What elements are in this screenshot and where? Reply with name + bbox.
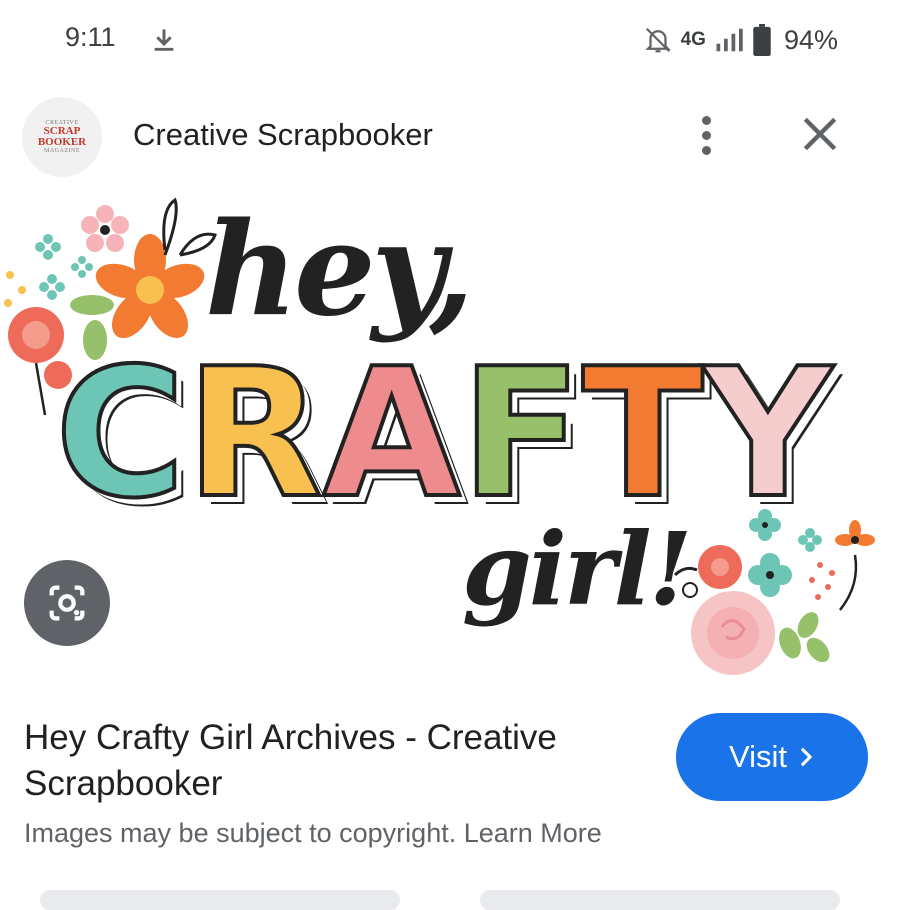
notifications-off-icon bbox=[644, 27, 671, 53]
visit-label: Visit bbox=[728, 739, 787, 774]
related-result-card-edge[interactable] bbox=[480, 890, 840, 910]
more-vert-icon-dot bbox=[701, 145, 711, 155]
copyright-text: Images may be subject to copyright. bbox=[24, 818, 457, 848]
related-result-card-edge[interactable] bbox=[40, 890, 400, 910]
status-time: 9:11 bbox=[65, 22, 116, 52]
image-letter-y: Y bbox=[702, 330, 835, 537]
google-lens-button[interactable] bbox=[24, 560, 110, 646]
logo-line2: BOOKER bbox=[37, 136, 87, 148]
image-letter-c: C bbox=[53, 330, 188, 537]
site-name[interactable]: Creative Scrapbooker bbox=[133, 117, 433, 153]
google-lens-icon bbox=[49, 585, 85, 621]
image-word-hey: hey, bbox=[205, 195, 474, 345]
network-type: 4G bbox=[680, 29, 706, 50]
site-logo[interactable]: CREATIVE SCRAP BOOKER MAGAZINE bbox=[22, 97, 102, 177]
image-letter-r: R bbox=[184, 330, 325, 537]
signal-icon bbox=[716, 28, 743, 52]
close-icon[interactable] bbox=[798, 112, 842, 156]
copyright-notice: Images may be subject to copyright. Lear… bbox=[24, 818, 602, 849]
status-bar: 9:11 4G 94% bbox=[0, 0, 900, 80]
download-icon bbox=[154, 29, 174, 51]
image-word-crafty: C R A F T Y bbox=[53, 330, 835, 537]
battery-percent: 94% bbox=[783, 24, 838, 55]
result-title[interactable]: Hey Crafty Girl Archives - Creative Scra… bbox=[24, 715, 624, 807]
result-header: CREATIVE SCRAP BOOKER MAGAZINE Creative … bbox=[0, 95, 900, 180]
learn-more-link[interactable]: Learn More bbox=[464, 818, 602, 848]
result-image[interactable]: hey, C R A F T Y girl! bbox=[0, 195, 900, 685]
image-letter-f: F bbox=[458, 330, 584, 537]
more-vert-icon-dot bbox=[701, 115, 711, 125]
more-vert-icon-dot bbox=[701, 130, 711, 140]
chevron-right-icon bbox=[800, 747, 813, 767]
status-icons: 4G 94% bbox=[643, 20, 838, 60]
visit-button[interactable]: Visit bbox=[676, 713, 868, 801]
image-letter-t: T bbox=[580, 330, 705, 537]
logo-bottom-text: MAGAZINE bbox=[44, 148, 80, 154]
battery-icon bbox=[753, 24, 771, 56]
image-word-girl: girl! bbox=[462, 510, 692, 628]
image-letter-a: A bbox=[321, 330, 463, 537]
more-options-button[interactable] bbox=[686, 110, 726, 160]
